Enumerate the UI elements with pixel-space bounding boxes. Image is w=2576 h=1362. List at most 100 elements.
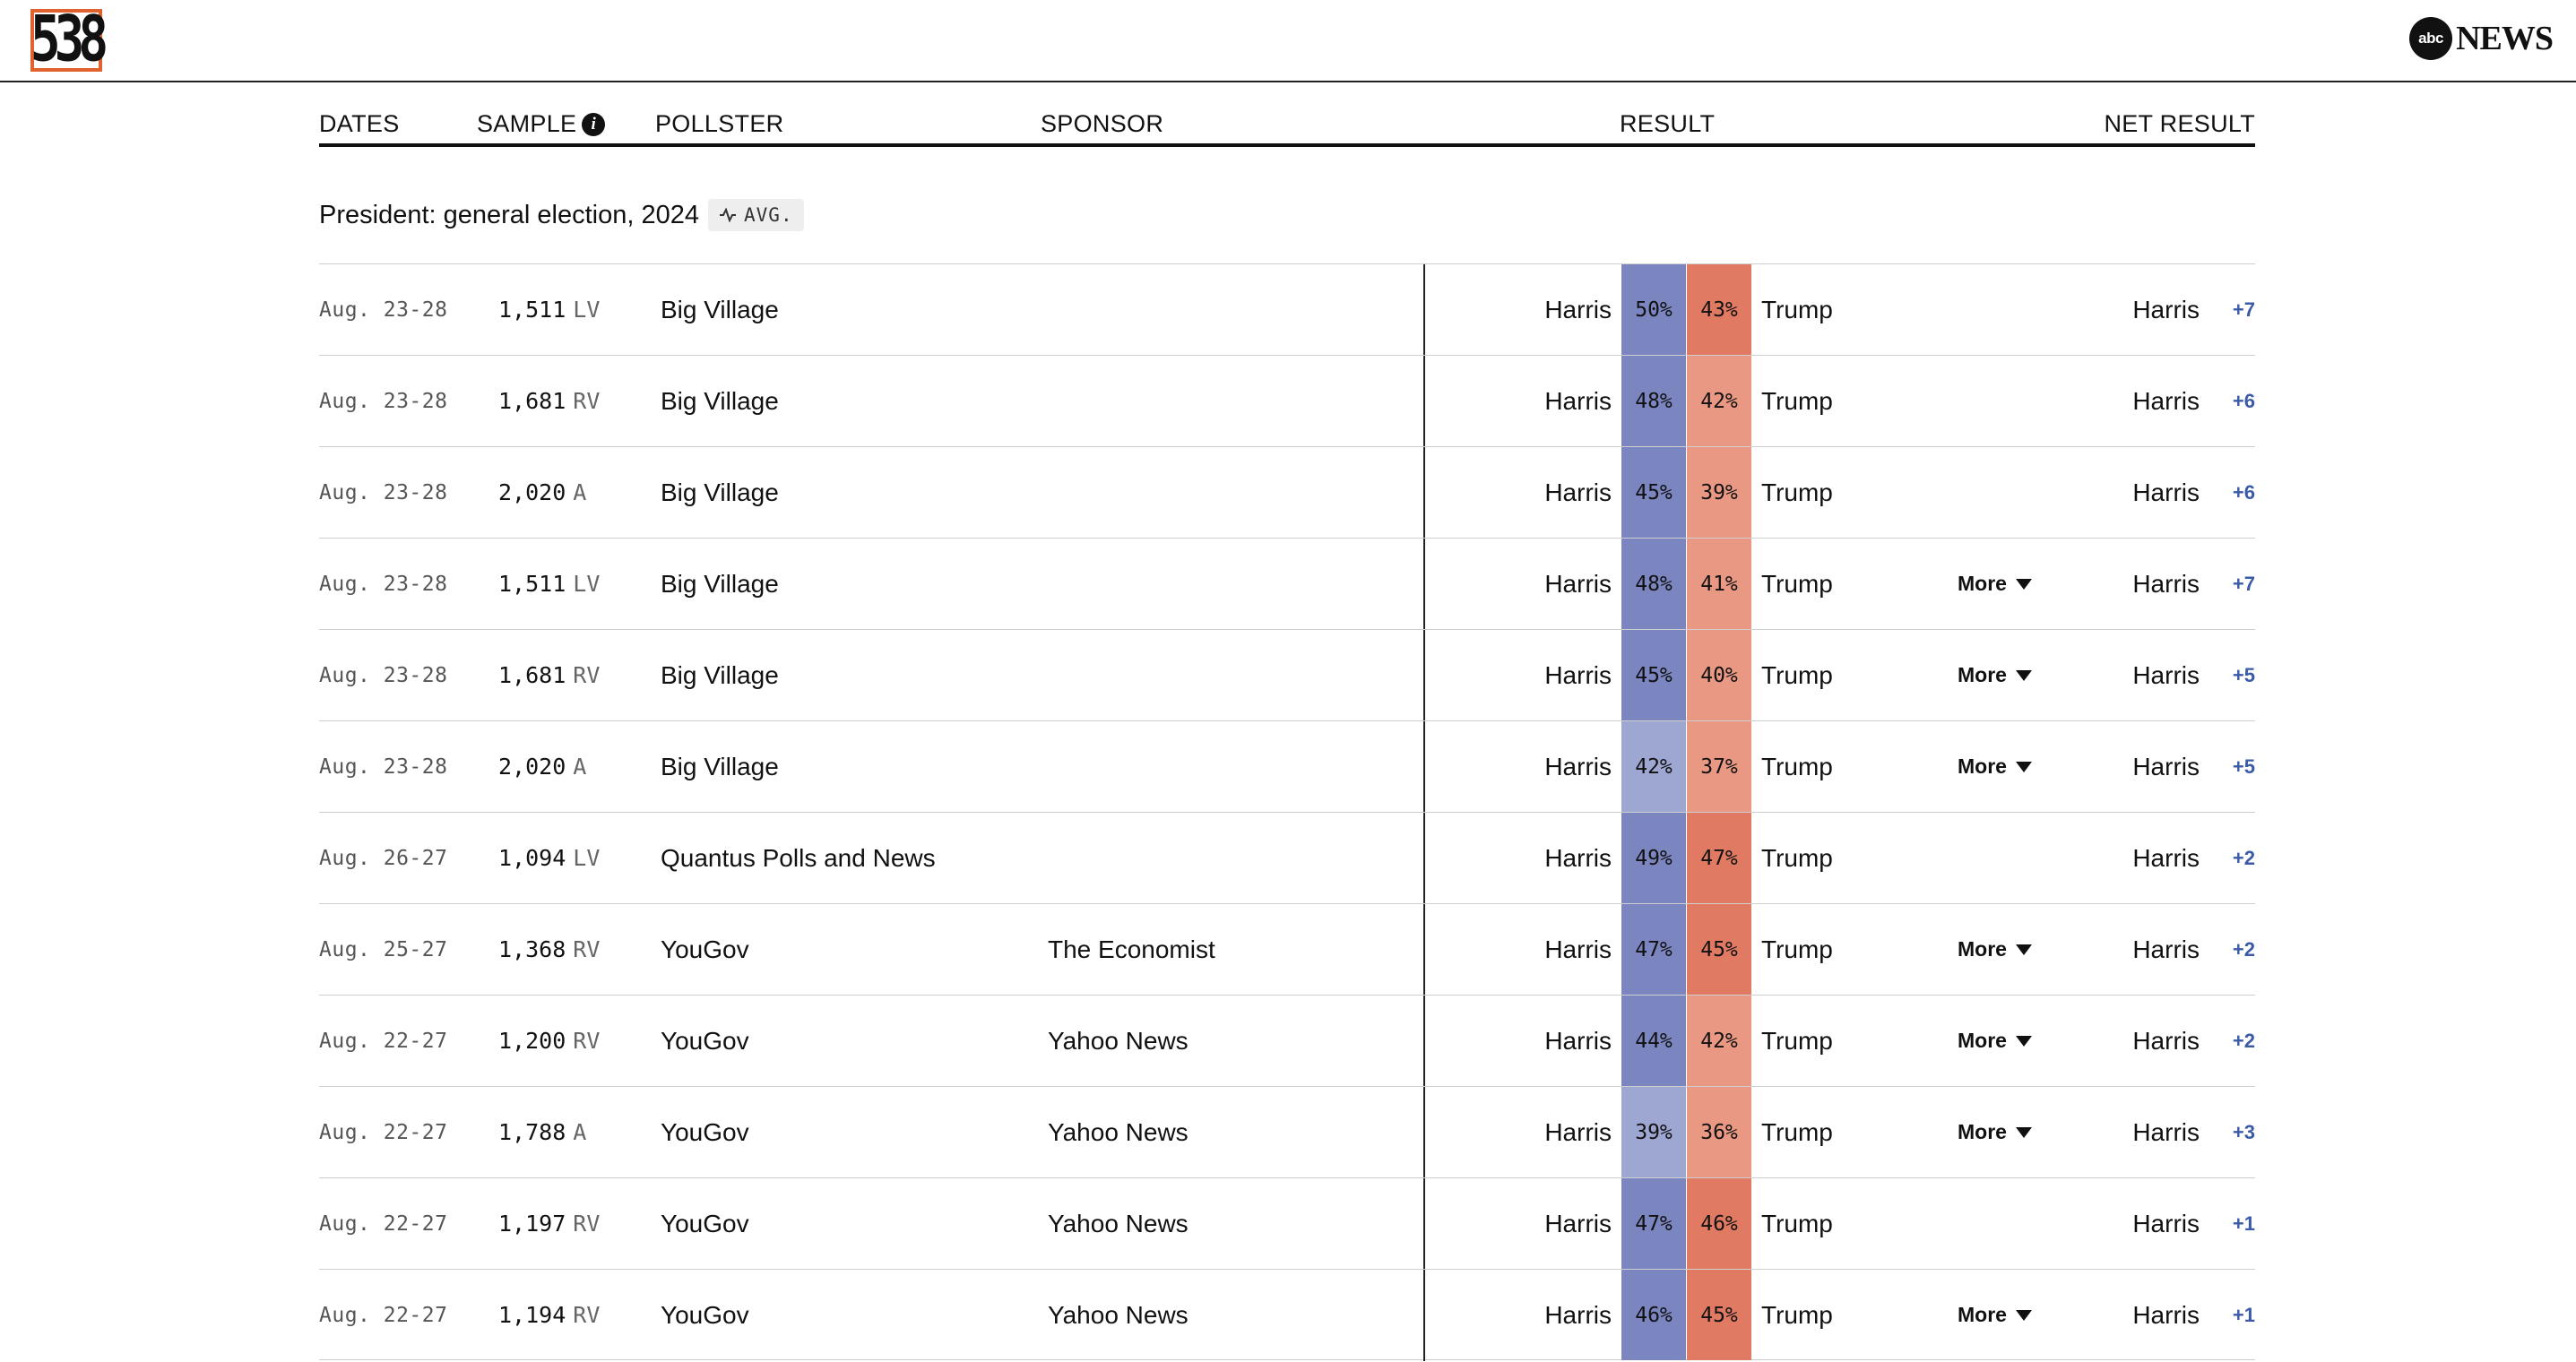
net-result-margin: +7 [2232,297,2255,321]
more-button[interactable]: More [1958,1270,2032,1360]
more-button[interactable]: More [1958,904,2032,995]
dem-result: 46% [1621,1270,1686,1360]
population-type: RV [573,1211,601,1237]
sponsor-link[interactable]: The Economist [1048,904,1215,995]
more-button[interactable]: More [1958,996,2032,1086]
dem-result: 49% [1621,813,1686,903]
sponsor-link[interactable]: Yahoo News [1048,1087,1189,1177]
poll-sample: 1,681 RV [498,356,600,446]
column-header-result[interactable]: RESULT [1620,110,1715,138]
table-row[interactable]: Aug. 23-28 1,511 LV Big Village Harris 48… [319,538,2255,630]
pollster-link[interactable]: Quantus Polls and News [661,813,936,903]
average-label: AVG. [744,204,793,226]
poll-dates: Aug. 22-27 [319,1029,448,1053]
column-header-dates[interactable]: DATES [319,110,400,138]
candidate-dem: Harris [1544,569,1612,598]
more-button[interactable]: More [1958,1087,2032,1177]
candidate-rep: Trump [1761,295,1833,323]
candidate-dem: Harris [1544,295,1612,323]
rep-result: 42% [1687,356,1751,446]
poll-dates: Aug. 23-28 [319,389,448,413]
pollster-link[interactable]: Big Village [661,264,779,355]
net-result-leader: Harris [2132,843,2200,872]
more-label: More [1958,754,2007,778]
fivethirtyeight-logo[interactable]: 538 [30,8,108,72]
net-result-leader: Harris [2132,569,2200,598]
poll-dates: Aug. 23-28 [319,297,448,322]
sample-size: 1,094 [498,845,566,871]
pollster-link[interactable]: YouGov [661,996,749,1086]
candidate-rep: Trump [1761,1117,1833,1146]
rep-result: 36% [1687,1087,1751,1177]
table-row[interactable]: Aug. 25-27 1,368 RV YouGov The Economist … [319,903,2255,996]
result-divider [1423,356,1425,447]
net-result-leader: Harris [2132,752,2200,780]
race-title: President: general election, 2024 [319,200,700,229]
poll-table: Aug. 23-28 1,511 LV Big Village Harris 50… [319,263,2255,1361]
rep-result: 41% [1687,539,1751,629]
more-label: More [1958,937,2007,961]
rep-result: 42% [1687,996,1751,1086]
candidate-rep: Trump [1761,1026,1833,1055]
more-button[interactable]: More [1958,539,2032,629]
pollster-link[interactable]: Big Village [661,721,779,812]
table-row[interactable]: Aug. 22-27 1,197 RV YouGov Yahoo News Har… [319,1177,2255,1270]
sponsor-link[interactable]: Yahoo News [1048,1178,1189,1269]
abc-circle-icon: abc [2409,17,2453,60]
column-header-pollster[interactable]: POLLSTER [655,110,783,138]
pollster-link[interactable]: YouGov [661,1087,749,1177]
result-divider [1423,539,1425,630]
table-row[interactable]: Aug. 23-28 1,511 LV Big Village Harris 50… [319,263,2255,356]
population-type: LV [573,297,601,323]
pollster-link[interactable]: Big Village [661,630,779,720]
average-link[interactable]: AVG. [708,199,804,231]
pollster-link[interactable]: Big Village [661,539,779,629]
abc-news-logo[interactable]: abc NEWS [2409,16,2554,61]
more-label: More [1958,1120,2007,1143]
sponsor-link[interactable]: Yahoo News [1048,1270,1189,1360]
rep-result: 40% [1687,630,1751,720]
more-button[interactable]: More [1958,721,2032,812]
sample-size: 1,511 [498,571,566,597]
pollster-link[interactable]: Big Village [661,447,779,538]
net-result-leader: Harris [2132,1026,2200,1055]
net-result-margin: +3 [2232,1120,2255,1143]
pollster-link[interactable]: Big Village [661,356,779,446]
population-type: A [573,1119,587,1145]
sample-size: 2,020 [498,754,566,780]
sponsor-link[interactable]: Yahoo News [1048,996,1189,1086]
result-divider [1423,630,1425,721]
more-button[interactable]: More [1958,630,2032,720]
poll-sample: 1,200 RV [498,996,600,1086]
info-icon[interactable]: i [582,113,606,136]
result-divider [1423,447,1425,539]
result-divider [1423,904,1425,996]
table-row[interactable]: Aug. 23-28 1,681 RV Big Village Harris 45… [319,629,2255,721]
poll-sample: 1,511 LV [498,264,600,355]
result-divider [1423,813,1425,904]
candidate-dem: Harris [1544,752,1612,780]
sample-size: 1,368 [498,936,566,962]
sample-size: 1,197 [498,1211,566,1237]
net-result-margin: +2 [2232,846,2255,869]
column-header-net-result[interactable]: NET RESULT [2104,110,2255,138]
candidate-dem: Harris [1544,1300,1612,1329]
poll-dates: Aug. 23-28 [319,572,448,596]
dem-result: 42% [1621,721,1686,812]
dem-result: 47% [1621,904,1686,995]
pollster-link[interactable]: YouGov [661,904,749,995]
table-row[interactable]: Aug. 23-28 2,020 A Big Village Harris 42%… [319,720,2255,813]
sample-size: 1,681 [498,388,566,414]
rep-result: 45% [1687,1270,1751,1360]
column-header-sponsor[interactable]: SPONSOR [1041,110,1163,138]
table-row[interactable]: Aug. 22-27 1,200 RV YouGov Yahoo News Har… [319,995,2255,1087]
table-row[interactable]: Aug. 26-27 1,094 LV Quantus Polls and New… [319,812,2255,904]
table-row[interactable]: Aug. 22-27 1,194 RV YouGov Yahoo News Har… [319,1269,2255,1361]
table-row[interactable]: Aug. 23-28 1,681 RV Big Village Harris 48… [319,355,2255,447]
table-row[interactable]: Aug. 23-28 2,020 A Big Village Harris 45%… [319,446,2255,539]
pollster-link[interactable]: YouGov [661,1270,749,1360]
column-header-sample[interactable]: SAMPLE i [477,110,606,138]
table-row[interactable]: Aug. 22-27 1,788 A YouGov Yahoo News Harr… [319,1086,2255,1178]
poll-sample: 1,197 RV [498,1178,600,1269]
pollster-link[interactable]: YouGov [661,1178,749,1269]
